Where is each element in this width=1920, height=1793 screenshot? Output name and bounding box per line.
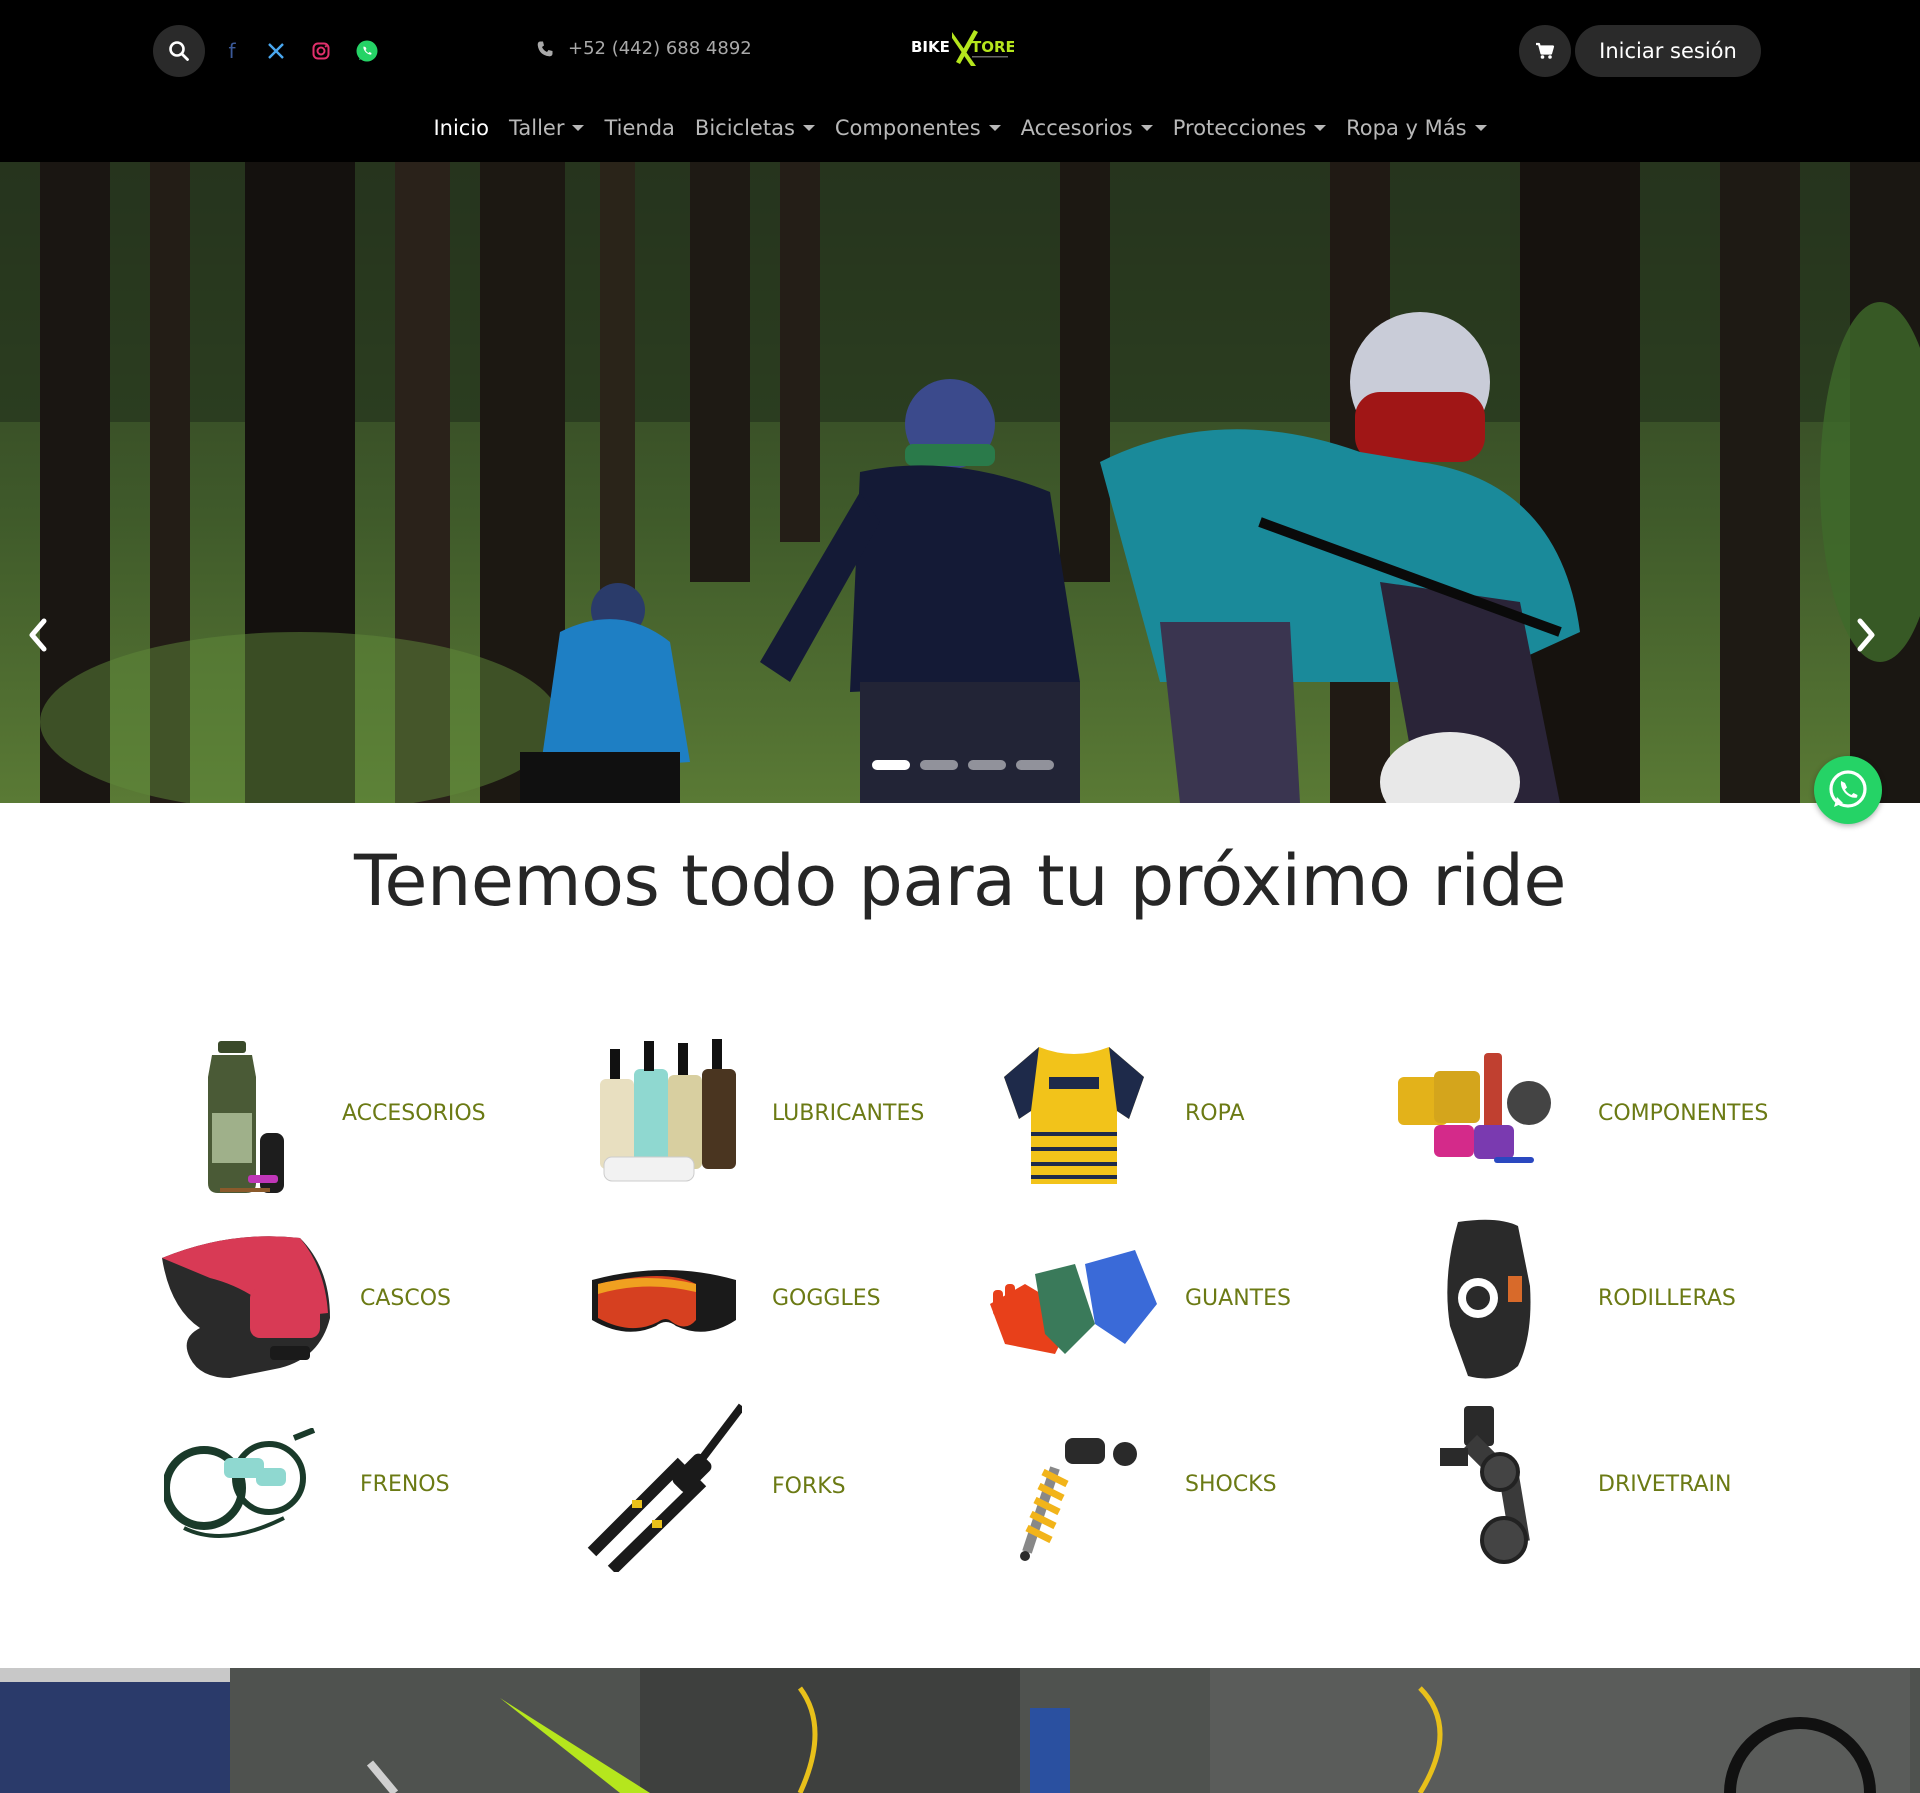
fork-icon: [587, 1403, 742, 1572]
login-button[interactable]: Iniciar sesión: [1575, 25, 1761, 77]
cart-button[interactable]: [1519, 25, 1571, 77]
shock-icon: [1020, 1438, 1137, 1561]
helmet-icon: [162, 1236, 330, 1378]
category-label: COMPONENTES: [1598, 1101, 1769, 1126]
jersey-icon: [1004, 1047, 1144, 1184]
chevron-down-icon: [1314, 125, 1327, 131]
carousel-indicators: [872, 760, 1054, 770]
hero-image-mountain-bikers: [0, 162, 1920, 803]
nav-item-taller[interactable]: Taller: [509, 112, 585, 144]
phone-contact[interactable]: +52 (442) 688 4892: [536, 38, 752, 59]
bikextore-logo[interactable]: BIKE TORE: [908, 26, 1016, 72]
chevron-down-icon: [572, 125, 585, 131]
category-componentes[interactable]: COMPONENTES: [1390, 1025, 1790, 1195]
category-forks[interactable]: FORKS: [572, 1396, 972, 1572]
chevron-right-icon: [1857, 618, 1875, 652]
nav-item-label: Taller: [509, 116, 565, 140]
category-label: FORKS: [772, 1474, 846, 1499]
instagram-icon[interactable]: [308, 38, 334, 64]
search-icon: [169, 41, 189, 61]
logo-text-left: BIKE: [911, 38, 950, 56]
carousel-indicator-4[interactable]: [1016, 760, 1054, 770]
category-shocks[interactable]: SHOCKS: [985, 1396, 1385, 1566]
whatsapp-icon[interactable]: [354, 38, 380, 64]
category-label: DRIVETRAIN: [1598, 1472, 1732, 1497]
gloves-icon: [990, 1250, 1157, 1354]
nav-item-label: Accesorios: [1020, 116, 1133, 140]
nav-item-ropa-y-mas[interactable]: Ropa y Más: [1346, 112, 1487, 144]
pedals-icon: [1398, 1053, 1551, 1163]
nav-item-label: Inicio: [433, 116, 490, 140]
goggles-icon: [592, 1270, 736, 1332]
workshop-banner-image: [0, 1668, 1920, 1793]
carousel-indicator-2[interactable]: [920, 760, 958, 770]
site-header: f +52 (442) 688 4892 BIKE TORE Iniciar s…: [0, 0, 1920, 162]
derailleur-icon: [1440, 1406, 1530, 1564]
category-label: SHOCKS: [1185, 1472, 1277, 1497]
category-accesorios[interactable]: ACCESORIOS: [160, 1025, 560, 1195]
nav-item-label: Bicicletas: [694, 116, 795, 140]
facebook-icon[interactable]: f: [219, 38, 245, 64]
nav-item-inicio[interactable]: Inicio: [433, 112, 489, 144]
category-label: ROPA: [1185, 1101, 1245, 1126]
category-guantes[interactable]: GUANTES: [985, 1210, 1385, 1380]
phone-number: +52 (442) 688 4892: [568, 38, 752, 59]
chevron-left-icon: [29, 618, 47, 652]
nav-item-componentes[interactable]: Componentes: [835, 112, 1001, 144]
category-label: RODILLERAS: [1598, 1286, 1736, 1311]
category-ropa[interactable]: ROPA: [985, 1025, 1385, 1195]
search-button[interactable]: [153, 25, 205, 77]
x-twitter-icon[interactable]: [263, 38, 289, 64]
category-goggles[interactable]: GOGGLES: [572, 1210, 972, 1380]
logo-text-right: TORE: [971, 38, 1014, 56]
category-rodilleras[interactable]: RODILLERAS: [1390, 1210, 1790, 1380]
brakes-icon: [164, 1428, 316, 1538]
hero-carousel[interactable]: [0, 162, 1920, 803]
chevron-down-icon: [1140, 125, 1153, 131]
nav-item-tienda[interactable]: Tienda: [604, 112, 674, 144]
nav-item-label: Tienda: [604, 116, 675, 140]
whatsapp-float-button[interactable]: [1814, 756, 1882, 824]
nav-item-bicicletas[interactable]: Bicicletas: [695, 112, 815, 144]
category-label: GUANTES: [1185, 1286, 1291, 1311]
category-label: ACCESORIOS: [342, 1101, 486, 1126]
water-bottle-icon: [208, 1041, 284, 1193]
lube-bottles-icon: [600, 1039, 736, 1182]
category-label: FRENOS: [360, 1472, 450, 1497]
whatsapp-icon: [1829, 770, 1867, 808]
nav-item-protecciones[interactable]: Protecciones: [1172, 112, 1327, 144]
main-nav: Inicio Taller Tienda Bicicletas Componen…: [0, 112, 1920, 144]
category-label: LUBRICANTES: [772, 1101, 925, 1126]
carousel-prev-button[interactable]: [26, 617, 66, 673]
category-cascos[interactable]: CASCOS: [160, 1210, 560, 1380]
category-label: CASCOS: [360, 1286, 452, 1311]
nav-item-label: Ropa y Más: [1346, 116, 1467, 140]
carousel-indicator-3[interactable]: [968, 760, 1006, 770]
category-drivetrain[interactable]: DRIVETRAIN: [1390, 1396, 1790, 1566]
nav-item-accesorios[interactable]: Accesorios: [1021, 112, 1153, 144]
carousel-indicator-1[interactable]: [872, 760, 910, 770]
chevron-down-icon: [988, 125, 1001, 131]
category-frenos[interactable]: FRENOS: [160, 1396, 560, 1566]
category-lubricantes[interactable]: LUBRICANTES: [572, 1025, 972, 1195]
nav-item-label: Componentes: [834, 116, 981, 140]
category-label: GOGGLES: [772, 1286, 881, 1311]
nav-item-label: Protecciones: [1172, 116, 1307, 140]
chevron-down-icon: [802, 125, 815, 131]
chevron-down-icon: [1474, 125, 1487, 131]
knee-pad-icon: [1447, 1219, 1531, 1379]
phone-icon: [537, 41, 553, 56]
carousel-next-button[interactable]: [1854, 617, 1894, 673]
cart-icon: [1536, 42, 1555, 59]
page-headline: Tenemos todo para tu próximo ride: [354, 840, 1566, 922]
